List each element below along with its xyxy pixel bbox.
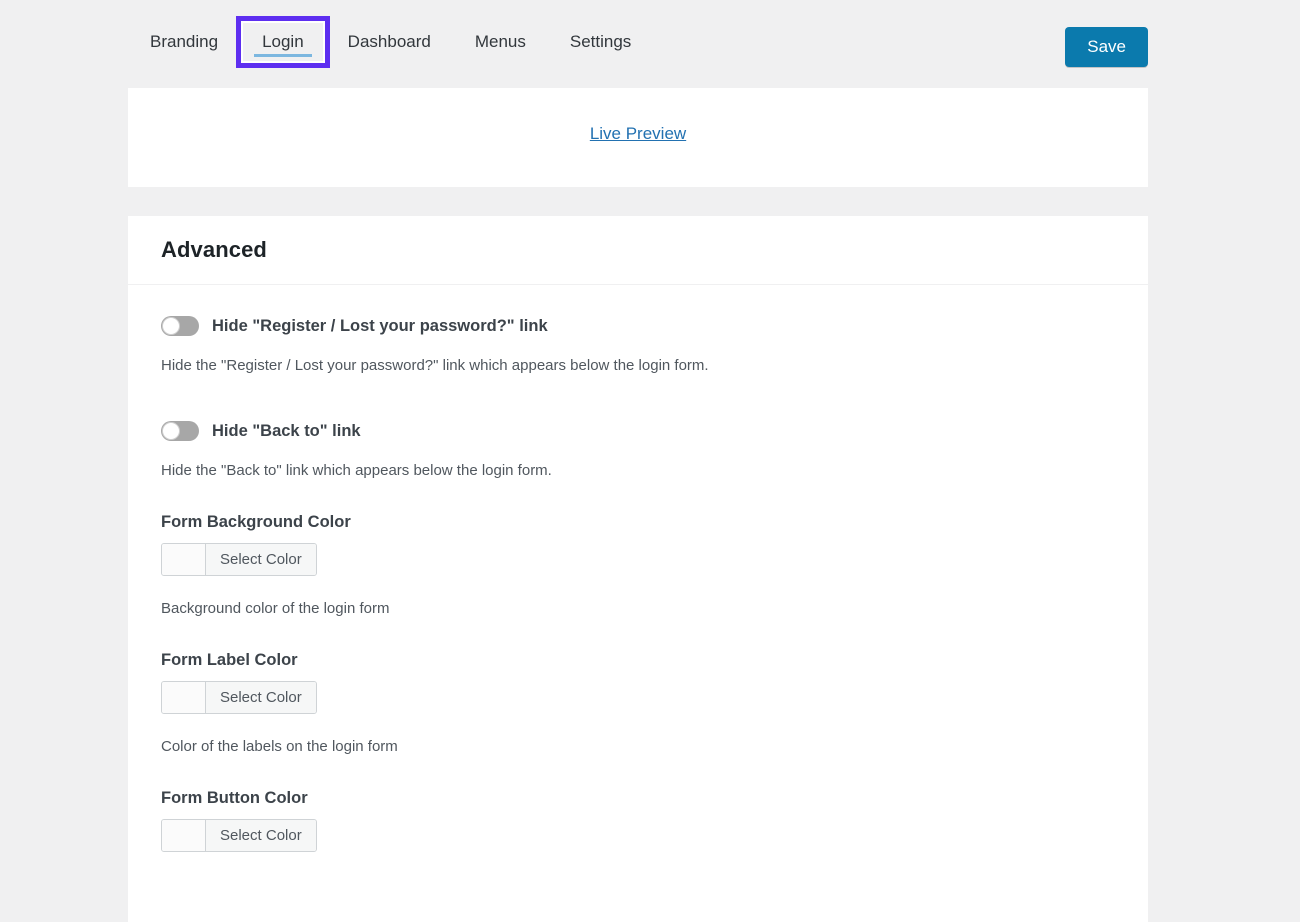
setting-row-form-background-color: Form Background Color Select Color Backg… <box>161 513 1115 619</box>
color-swatch-icon <box>162 820 206 851</box>
color-picker-form-label-color[interactable]: Select Color <box>161 681 317 714</box>
label-form-button-color: Form Button Color <box>161 789 1115 808</box>
row-spacer <box>161 376 1115 421</box>
color-swatch-icon <box>162 682 206 713</box>
save-button[interactable]: Save <box>1065 27 1148 67</box>
setting-row-hide-register-link: Hide "Register / Lost your password?" li… <box>161 316 1115 336</box>
tab-settings-label: Settings <box>570 32 631 51</box>
tab-list: Branding Login Dashboard Menus Settings <box>128 0 653 84</box>
label-form-background-color: Form Background Color <box>161 513 1115 532</box>
tab-branding-label: Branding <box>150 32 218 51</box>
live-preview-link[interactable]: Live Preview <box>590 124 686 144</box>
color-picker-form-background-color[interactable]: Select Color <box>161 543 317 576</box>
color-swatch-icon <box>162 544 206 575</box>
select-color-button-form-background[interactable]: Select Color <box>206 544 316 575</box>
tab-login-label: Login <box>262 32 304 51</box>
advanced-settings-card: Advanced Hide "Register / Lost your pass… <box>128 216 1148 922</box>
tab-settings[interactable]: Settings <box>548 20 653 64</box>
setting-row-form-button-color: Form Button Color Select Color <box>161 789 1115 856</box>
tab-menus-label: Menus <box>475 32 526 51</box>
setting-row-form-label-color: Form Label Color Select Color Color of t… <box>161 651 1115 757</box>
live-preview-link-label: Live Preview <box>590 124 686 143</box>
top-navigation-bar: Branding Login Dashboard Menus Settings … <box>0 0 1300 84</box>
toggle-knob-icon <box>162 317 180 335</box>
tab-login[interactable]: Login <box>240 20 326 64</box>
help-text-hide-register-link: Hide the "Register / Lost your password?… <box>161 356 1115 376</box>
tab-branding[interactable]: Branding <box>128 20 240 64</box>
help-text-hide-back-to-link: Hide the "Back to" link which appears be… <box>161 461 1115 481</box>
page-title: Advanced <box>161 237 267 263</box>
select-color-button-form-label[interactable]: Select Color <box>206 682 316 713</box>
advanced-card-header: Advanced <box>128 216 1148 285</box>
row-spacer <box>161 619 1115 651</box>
toggle-hide-back-to-link[interactable] <box>161 421 199 441</box>
tab-active-underline <box>254 54 312 57</box>
toggle-hide-register-link[interactable] <box>161 316 199 336</box>
row-spacer <box>161 757 1115 789</box>
live-preview-card: Live Preview <box>128 88 1148 187</box>
help-text-form-label-color: Color of the labels on the login form <box>161 737 1115 757</box>
tab-dashboard-label: Dashboard <box>348 32 431 51</box>
save-button-label: Save <box>1087 37 1126 56</box>
tab-dashboard[interactable]: Dashboard <box>326 20 453 64</box>
tab-menus[interactable]: Menus <box>453 20 548 64</box>
toggle-hide-register-link-label: Hide "Register / Lost your password?" li… <box>212 317 548 336</box>
toggle-hide-back-to-link-label: Hide "Back to" link <box>212 422 361 441</box>
label-form-label-color: Form Label Color <box>161 651 1115 670</box>
advanced-card-body: Hide "Register / Lost your password?" li… <box>128 285 1148 876</box>
setting-row-hide-back-to-link: Hide "Back to" link <box>161 421 1115 441</box>
toggle-knob-icon <box>162 422 180 440</box>
row-spacer <box>161 481 1115 513</box>
help-text-form-background-color: Background color of the login form <box>161 599 1115 619</box>
color-picker-form-button-color[interactable]: Select Color <box>161 819 317 852</box>
select-color-button-form-button[interactable]: Select Color <box>206 820 316 851</box>
